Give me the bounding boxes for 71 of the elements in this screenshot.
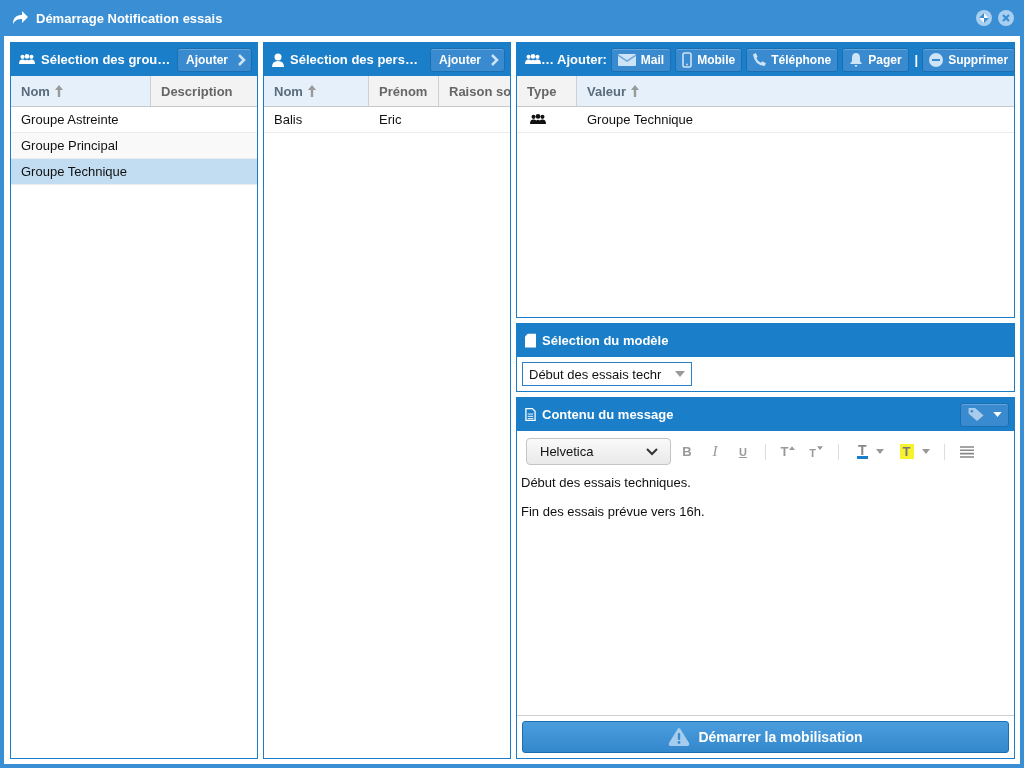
group-icon: [530, 114, 546, 125]
column-header[interactable]: Description: [151, 76, 257, 106]
add-label: Ajouter:: [557, 52, 607, 67]
caret-icon: [816, 445, 823, 450]
message-paragraph: Fin des essais prévue vers 16h.: [521, 504, 706, 519]
table-cell-text: Groupe Technique: [20, 164, 128, 179]
caret-icon: [675, 371, 685, 377]
group-icon: [525, 54, 541, 65]
chevron-right-icon: [491, 53, 499, 66]
lines-icon: [959, 445, 974, 458]
start-button[interactable]: Démarrer la mobilisation: [522, 721, 1009, 753]
add-mobile-button[interactable]: Mobile: [675, 47, 743, 72]
table-cell-text: Eric: [378, 112, 403, 127]
envelope-icon: [617, 53, 636, 66]
table-cell-text: Groupe Technique: [586, 112, 694, 127]
column-header[interactable]: Valeur: [577, 76, 1014, 106]
add-button[interactable]: Ajouter: [430, 47, 505, 72]
add-phone-button[interactable]: Téléphone: [746, 47, 839, 72]
decrease-font-size-button[interactable]: T: [804, 441, 828, 462]
window-title: Démarrage Notification essais: [36, 10, 224, 26]
underline-button[interactable]: U: [731, 441, 755, 462]
column-header[interactable]: Raison so: [439, 76, 510, 106]
increase-font-size-button[interactable]: T: [776, 441, 800, 462]
message-paragraph: Début des essais techniques.: [521, 475, 692, 490]
caret-up-icon: [789, 445, 796, 450]
sort-arrow-icon: [307, 85, 316, 97]
column-header[interactable]: Nom: [264, 76, 369, 106]
panel-title: …: [541, 52, 554, 67]
highlight-color-button[interactable]: T: [895, 441, 934, 462]
text-color-button[interactable]: T: [853, 441, 888, 462]
share-arrow-icon: [12, 11, 28, 25]
caret-icon: [875, 449, 884, 454]
caret-icon: [993, 412, 1002, 417]
add-pager-button[interactable]: Pager: [842, 47, 909, 72]
table-cell-text: Groupe Principal: [20, 138, 119, 153]
chevron-down-icon: [646, 447, 658, 456]
tags-dropdown-button[interactable]: [960, 402, 1009, 427]
panel-title: Sélection du modèle: [542, 333, 670, 348]
warning-icon: [668, 727, 691, 747]
table-cell-text: Groupe Astreinte: [20, 112, 120, 127]
column-header[interactable]: Prénom: [369, 76, 439, 106]
template-dropdown[interactable]: Début des essais techr: [522, 362, 692, 386]
bell-icon: [849, 52, 864, 67]
person-icon: [272, 52, 284, 67]
sort-arrow-icon: [631, 85, 640, 97]
pin-button[interactable]: [976, 10, 992, 26]
message-editor[interactable]: Début des essais techniques. Fin des essais prévue vers 16h.: [517, 469, 1014, 715]
close-button[interactable]: [998, 10, 1014, 26]
panel-title: Contenu du message: [542, 407, 675, 422]
separator-text: |: [914, 52, 919, 67]
italic-button[interactable]: I: [703, 441, 727, 462]
table-row[interactable]: Groupe Principal: [11, 133, 257, 159]
sort-arrow-icon: [54, 85, 63, 97]
add-button[interactable]: Ajouter: [177, 47, 252, 72]
panel-title: Sélection des pers…: [290, 52, 419, 67]
text-document-icon: [525, 407, 536, 422]
minus-circle-icon: [929, 52, 944, 67]
phone-icon: [753, 53, 767, 66]
panel-title: Sélection des grou…: [41, 52, 171, 67]
table-row[interactable]: Groupe Technique: [11, 159, 257, 185]
column-header[interactable]: Nom: [11, 76, 151, 106]
font-dropdown[interactable]: Helvetica: [526, 438, 671, 465]
group-icon: [19, 54, 35, 65]
table-cell-text: Balis: [273, 112, 304, 127]
bold-button[interactable]: B: [675, 441, 699, 462]
caret-icon: [921, 449, 930, 454]
chevron-right-icon: [238, 53, 246, 66]
mobile-phone-icon: [682, 51, 693, 68]
add-mail-button[interactable]: Mail: [610, 47, 672, 72]
delete-button[interactable]: Supprimer: [922, 47, 1016, 72]
document-icon: [525, 333, 536, 348]
